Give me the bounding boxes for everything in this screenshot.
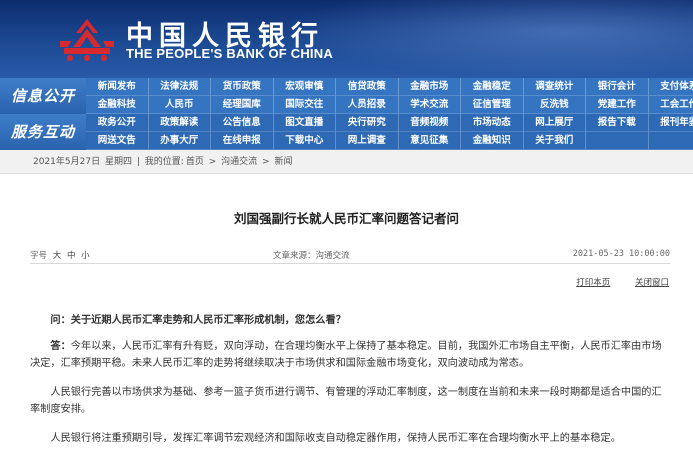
print-page-link[interactable]: 打印本页 <box>576 278 610 288</box>
font-size-label: 字号 <box>30 251 48 261</box>
nav-item-news-release[interactable]: 新闻发布 <box>86 78 149 96</box>
logo-english-name[interactable]: THE PEOPLE'S BANK OF CHINA <box>126 46 333 61</box>
nav-section-info: 信息公开 新闻发布 法律法规 货币政策 宏观审慎 信贷政策 金融市场 金融稳定 … <box>0 78 693 114</box>
nav-item-online-filing[interactable]: 在线申报 <box>211 132 274 150</box>
nav-item-union[interactable]: 工会工作 <box>648 96 693 114</box>
article-question: 问：关于近期人民币汇率走势和人民币汇率形成机制，您怎么看？ <box>50 315 346 326</box>
nav-item-party-building[interactable]: 党建工作 <box>586 96 649 114</box>
article-actions: 打印本页 关闭窗口 <box>554 276 669 288</box>
nav-item-payment-system[interactable]: 支付体系 <box>648 78 693 96</box>
main-navigation: 信息公开 新闻发布 法律法规 货币政策 宏观审慎 信贷政策 金融市场 金融稳定 … <box>0 78 693 150</box>
nav-item-credit-policy[interactable]: 信贷政策 <box>336 78 399 96</box>
font-size-medium-link[interactable]: 中 <box>67 251 76 261</box>
nav-item-fintech[interactable]: 金融科技 <box>86 96 149 114</box>
answer-text: 今年以来，人民币汇率有升有贬，双向浮动，在合理均衡水平上保持了基本稳定。目前，我… <box>30 341 662 369</box>
nav-item-service-hall[interactable]: 办事大厅 <box>148 132 211 150</box>
font-size-selector: 字号 大 中 小 <box>30 249 90 261</box>
article-date: 2021-05-23 10:00:00 <box>572 249 670 259</box>
nav-section-service: 服务互动 政务公开 政策解读 公告信息 图文直播 央行研究 音频视频 市场动态 … <box>0 114 693 150</box>
nav-item-anti-money-laundering[interactable]: 反洗钱 <box>523 96 586 114</box>
breadcrumb: 2021年5月27日 星期四 | 我的位置: 首页 > 沟通交流 > 新闻 <box>0 150 693 174</box>
header-glow <box>273 0 693 78</box>
nav-item-market-news[interactable]: 市场动态 <box>461 114 524 132</box>
nav-item-treasury[interactable]: 经理国库 <box>211 96 274 114</box>
nav-item-financial-market[interactable]: 金融市场 <box>398 78 461 96</box>
nav-item-financial-knowledge[interactable]: 金融知识 <box>461 132 524 150</box>
breadcrumb-link-news[interactable]: 新闻 <box>274 157 292 167</box>
pboc-logo-icon[interactable] <box>58 17 116 61</box>
nav-item-yearbook[interactable]: 报刊年鉴 <box>648 114 693 132</box>
nav-item-bank-accounting[interactable]: 银行会计 <box>586 78 649 96</box>
article-paragraph-2: 人民银行完善以市场供求为基础、参考一篮子货币进行调节、有管理的浮动汇率制度，这一… <box>30 387 662 415</box>
nav-item-online-survey[interactable]: 网上调查 <box>336 132 399 150</box>
nav-label-info: 信息公开 <box>0 78 86 114</box>
breadcrumb-link-communication[interactable]: 沟通交流 <box>221 157 257 167</box>
nav-item-notices[interactable]: 网送文告 <box>86 132 149 150</box>
breadcrumb-location-label: 我的位置: <box>144 157 184 167</box>
nav-item-online-exhibition[interactable]: 网上展厅 <box>523 114 586 132</box>
nav-item-report-download[interactable]: 报告下载 <box>586 114 649 132</box>
article-body: 问：关于近期人民币汇率走势和人民币汇率形成机制，您怎么看？ 答：今年以来，人民币… <box>30 312 670 459</box>
article-source: 文章来源：沟通交流 <box>273 251 350 261</box>
nav-item-opinion-collection[interactable]: 意见征集 <box>398 132 461 150</box>
nav-item-macro-prudential[interactable]: 宏观审慎 <box>273 78 336 96</box>
breadcrumb-link-home[interactable]: 首页 <box>186 157 204 167</box>
nav-item-international[interactable]: 国际交往 <box>273 96 336 114</box>
nav-item-audio-video[interactable]: 音频视频 <box>398 114 461 132</box>
font-size-large-link[interactable]: 大 <box>53 251 62 261</box>
answer-label: 答： <box>50 341 71 352</box>
article-paragraph-3: 人民银行将注重预期引导，发挥汇率调节宏观经济和国际收支自动稳定器作用，保持人民币… <box>50 433 621 444</box>
nav-item-empty-1 <box>586 132 649 150</box>
nav-item-recruitment[interactable]: 人员招录 <box>336 96 399 114</box>
site-header: 中国人民银行 THE PEOPLE'S BANK OF CHINA <box>0 0 693 78</box>
nav-item-rmb[interactable]: 人民币 <box>148 96 211 114</box>
article-answer: 答：今年以来，人民币汇率有升有贬，双向浮动，在合理均衡水平上保持了基本稳定。目前… <box>30 338 670 372</box>
nav-item-download-center[interactable]: 下载中心 <box>273 132 336 150</box>
nav-grid-info: 新闻发布 法律法规 货币政策 宏观审慎 信贷政策 金融市场 金融稳定 调查统计 … <box>86 78 693 114</box>
nav-item-announcements[interactable]: 公告信息 <box>211 114 274 132</box>
nav-item-government-affairs[interactable]: 政务公开 <box>86 114 149 132</box>
nav-label-service: 服务互动 <box>0 114 86 150</box>
meta-divider <box>30 263 670 264</box>
nav-item-empty-2 <box>648 132 693 150</box>
nav-item-credit-reference[interactable]: 征信管理 <box>461 96 524 114</box>
close-window-link[interactable]: 关闭窗口 <box>635 278 669 288</box>
nav-item-policy-interpretation[interactable]: 政策解读 <box>148 114 211 132</box>
nav-item-academic[interactable]: 学术交流 <box>398 96 461 114</box>
nav-item-research[interactable]: 央行研究 <box>336 114 399 132</box>
breadcrumb-separator: | <box>136 157 140 167</box>
nav-item-about-us[interactable]: 关于我们 <box>523 132 586 150</box>
nav-item-statistics[interactable]: 调查统计 <box>523 78 586 96</box>
breadcrumb-weekday: 星期四 <box>104 157 132 167</box>
breadcrumb-date: 2021年5月27日 <box>33 157 101 167</box>
nav-item-live-broadcast[interactable]: 图文直播 <box>273 114 336 132</box>
nav-grid-service: 政务公开 政策解读 公告信息 图文直播 央行研究 音频视频 市场动态 网上展厅 … <box>86 114 693 150</box>
breadcrumb-arrow: > <box>262 157 270 167</box>
nav-item-monetary-policy[interactable]: 货币政策 <box>211 78 274 96</box>
font-size-small-link[interactable]: 小 <box>81 251 90 261</box>
article-title: 刘国强副行长就人民币汇率问题答记者问 <box>233 211 459 226</box>
article-meta: 字号 大 中 小 文章来源：沟通交流 2021-05-23 10:00:00 <box>30 249 670 263</box>
breadcrumb-arrow: > <box>208 157 217 167</box>
nav-item-laws[interactable]: 法律法规 <box>148 78 211 96</box>
nav-item-financial-stability[interactable]: 金融稳定 <box>461 78 524 96</box>
